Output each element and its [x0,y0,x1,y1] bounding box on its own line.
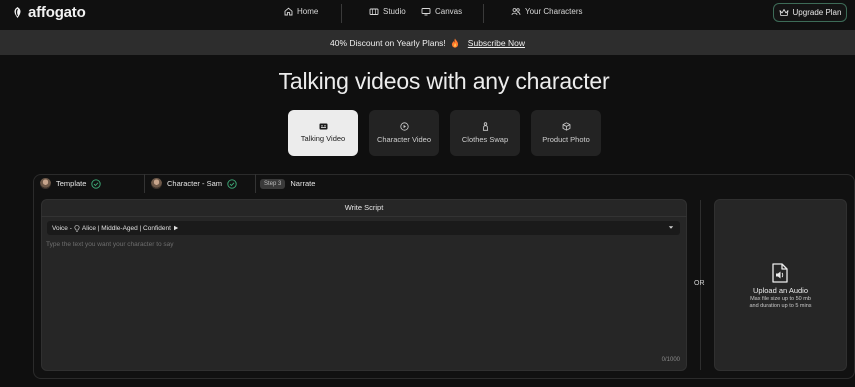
nav-canvas[interactable]: Canvas [421,7,462,16]
promo-text: 40% Discount on Yearly Plans! [330,37,446,48]
upload-audio-hint: Max file size up to 50 mb and duration u… [714,296,847,309]
nav-divider [341,4,342,23]
promo-banner: 40% Discount on Yearly Plans! Subscribe … [0,30,855,55]
mode-clothes-swap[interactable]: Clothes Swap [450,110,520,156]
play-circle-icon [399,122,409,131]
nav-your-characters-label: Your Characters [525,7,583,16]
step-narrate[interactable]: Step 3 Narrate [260,174,315,193]
nav-your-characters[interactable]: Your Characters [511,7,583,16]
nav-home-label: Home [297,7,319,16]
step-narrate-label: Narrate [290,179,316,188]
nav-divider [483,4,484,23]
upgrade-plan-button[interactable]: Upgrade Plan [773,3,847,22]
step-character-label: Character - Sam [167,179,223,188]
monitor-icon [421,8,431,16]
voice-value: Alice | Middle-Aged | Confident [81,224,171,232]
template-avatar [40,178,51,189]
upload-audio-title: Upload an Audio [752,286,809,295]
mode-clothes-swap-label: Clothes Swap [461,135,509,144]
check-circle-icon [227,178,237,189]
film-icon [369,8,379,15]
mode-character-video-label: Character Video [376,135,432,144]
cube-icon [562,122,570,131]
step-template-label: Template [56,179,87,188]
lightbulb-icon [74,224,80,231]
voice-selector[interactable]: Voice - Alice | Middle-Aged | Confident [47,221,680,235]
write-script-title: Write Script [41,199,687,217]
shirt-icon [482,122,488,131]
nav-canvas-label: Canvas [435,7,463,16]
step-number-badge: Step 3 [260,178,286,189]
logo[interactable]: affogato [11,4,86,21]
step-template[interactable]: Template [40,174,102,193]
step-divider [255,174,256,193]
mode-talking-video-label: Talking Video [300,134,346,143]
brand-name: affogato [28,4,86,21]
character-count: 0/1000 [661,357,680,363]
nav-studio-label: Studio [383,7,406,16]
page-title: Talking videos with any character [278,68,610,94]
upload-audio-dropzone[interactable] [714,199,847,371]
step-character[interactable]: Character - Sam [151,174,237,193]
mode-product-photo[interactable]: Product Photo [531,110,601,156]
flame-icon [451,38,458,48]
check-circle-icon [91,178,102,189]
home-icon [284,7,293,16]
character-avatar [151,178,162,189]
step-divider [144,174,145,193]
top-navbar: affogato Home Studio Canvas Your Charact… [0,0,855,30]
or-label: OR [694,280,705,287]
nav-studio[interactable]: Studio [369,7,406,16]
crown-icon [779,9,788,16]
script-input[interactable] [46,241,680,353]
users-icon [511,8,521,16]
upgrade-plan-label: Upgrade Plan [792,8,842,17]
caption-icon [319,123,327,130]
nav-home[interactable]: Home [284,7,318,16]
mode-product-photo-label: Product Photo [542,135,590,144]
audio-file-icon [772,263,788,283]
affogato-logo-icon [14,7,21,18]
subscribe-now-link[interactable]: Subscribe Now [468,38,525,48]
mode-character-video[interactable]: Character Video [369,110,439,156]
mode-talking-video[interactable]: Talking Video [288,110,358,156]
upload-duration-limit: and duration up to 5 mins [749,302,812,309]
voice-label: Voice - [52,224,72,232]
chevron-down-icon [668,226,674,229]
play-icon[interactable] [173,225,179,231]
